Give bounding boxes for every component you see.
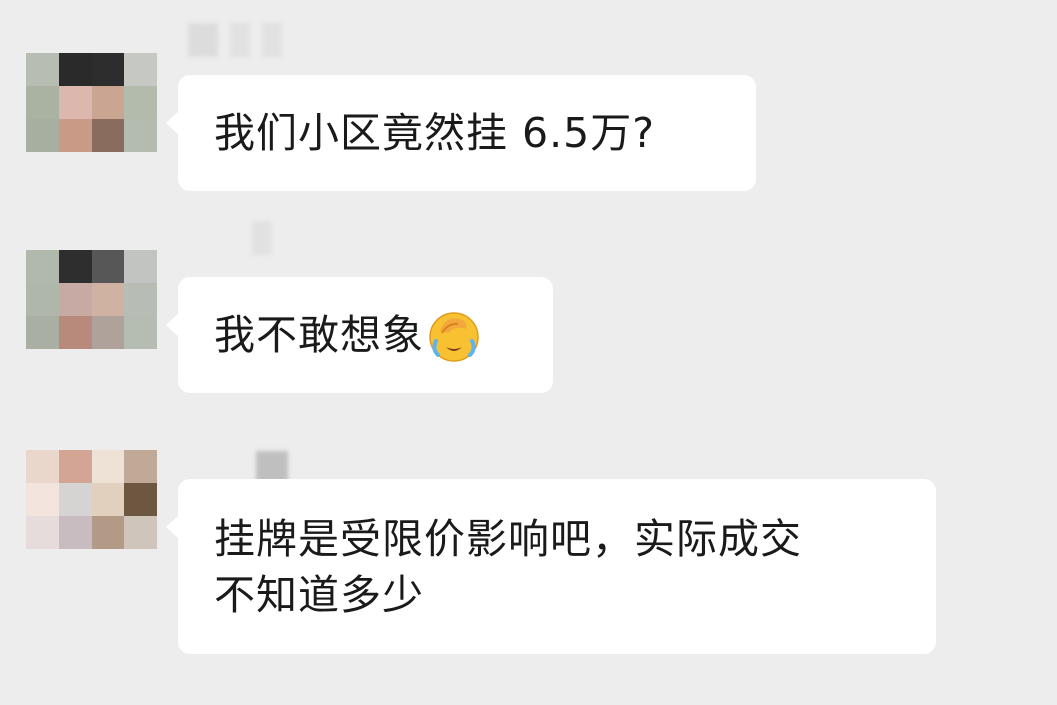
avatar-pixel [26,53,59,86]
sender-name-blur [262,23,282,57]
message-text-line: 不知道多少 [214,571,424,619]
avatar-pixel [58,53,92,86]
avatar[interactable] [26,450,157,549]
avatar-pixel [26,250,59,283]
avatar-pixel [124,53,157,86]
avatar-pixel [124,250,157,283]
avatar-pixel [124,316,157,349]
sender-name-blur [188,23,218,57]
avatar-pixel [26,316,59,349]
face-palm-crying-emoji-icon [429,312,479,362]
avatar-pixel [58,516,92,549]
message-text: 我们小区竟然挂 6.5万? [214,109,655,157]
avatar[interactable] [26,250,157,349]
avatar-pixel [26,86,59,119]
avatar-pixel [91,450,125,483]
avatar-pixel [124,516,157,549]
sender-name [188,20,282,60]
avatar-pixel [26,119,59,152]
avatar-pixel [91,483,125,516]
avatar-pixel [91,316,125,349]
avatar-pixel [124,283,157,316]
avatar-pixel [91,516,125,549]
avatar-pixel [26,283,59,316]
avatar-pixel [58,119,92,152]
message-text-line: 挂牌是受限价影响吧，实际成交 [214,515,802,563]
message-text-content: 我不敢想象 [214,311,424,359]
avatar-pixel [124,119,157,152]
avatar-pixel [58,316,92,349]
avatar-pixel [58,483,92,516]
chat-area: 我们小区竟然挂 6.5万? 我不敢想象 挂牌是受限价影响吧，实际成交 不知道多少 [0,0,1057,705]
avatar-pixel [91,283,125,316]
avatar[interactable] [26,53,157,152]
message-bubble[interactable]: 我们小区竟然挂 6.5万? [166,75,756,191]
avatar-pixel [124,483,157,516]
sender-name-blur [230,23,250,57]
avatar-pixel [91,119,125,152]
avatar-pixel [26,450,59,483]
avatar-pixel [91,53,125,86]
avatar-pixel [58,450,92,483]
avatar-pixel [58,86,92,119]
message-text: 我不敢想象 [214,307,517,366]
avatar-pixel [124,86,157,119]
avatar-pixel [91,250,125,283]
avatar-pixel [58,250,92,283]
avatar-pixel [26,483,59,516]
sender-name-blur [252,221,272,255]
message-bubble[interactable]: 我不敢想象 [166,277,553,393]
avatar-pixel [91,86,125,119]
avatar-pixel [124,450,157,483]
sender-name [188,218,272,258]
avatar-pixel [58,283,92,316]
message-bubble[interactable]: 挂牌是受限价影响吧，实际成交 不知道多少 [166,479,936,654]
avatar-pixel [26,516,59,549]
